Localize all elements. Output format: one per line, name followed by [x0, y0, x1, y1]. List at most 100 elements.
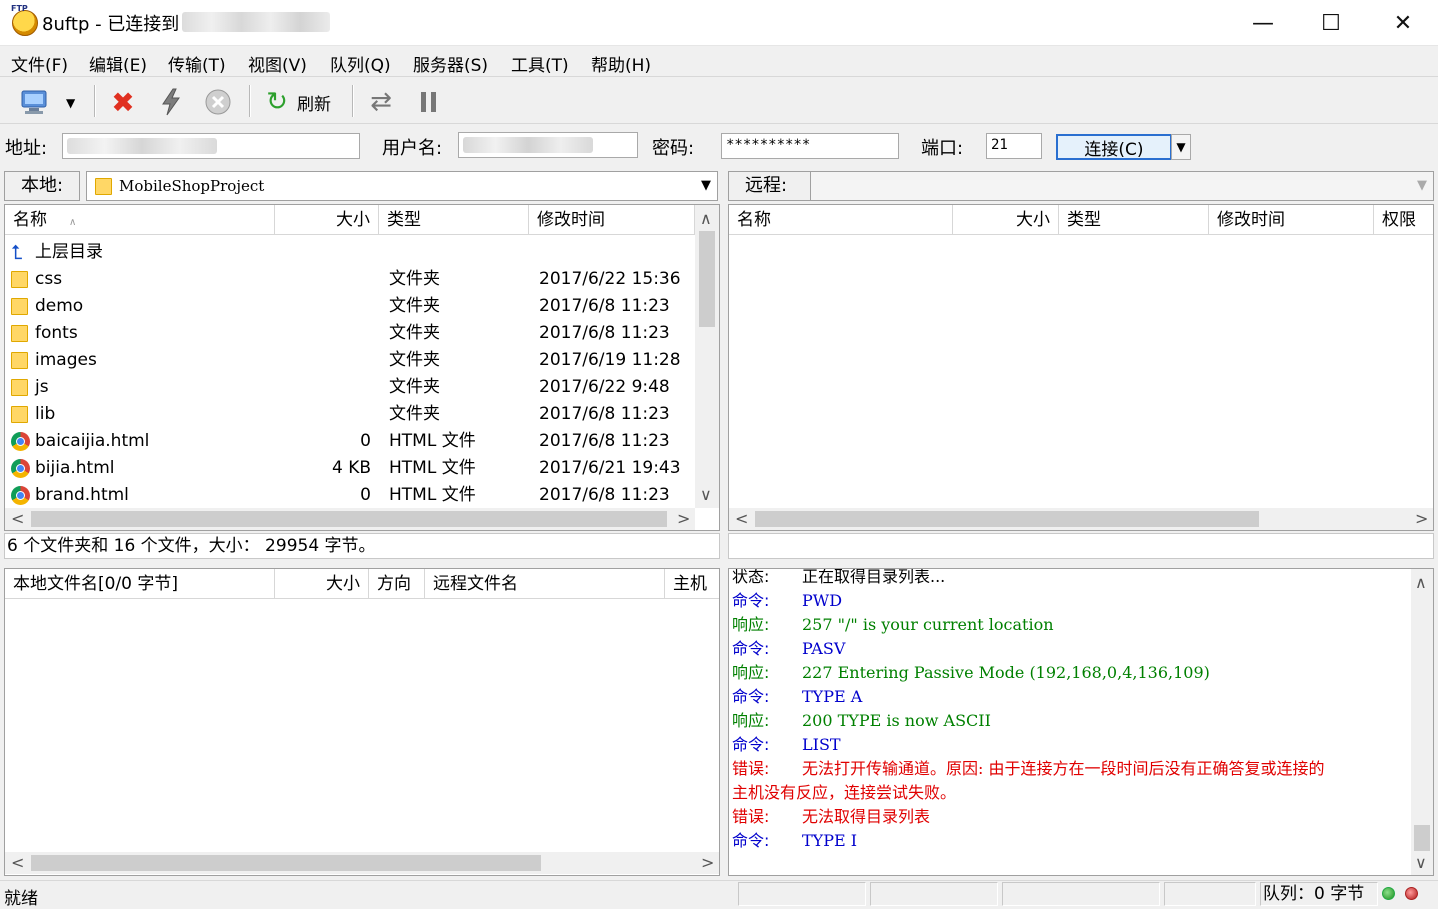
remote-path-combo[interactable]: ▼ — [810, 171, 1434, 201]
log-message: PASV — [802, 639, 846, 658]
password-label: 密码: — [652, 138, 695, 159]
port-label: 端口: — [921, 138, 964, 159]
file-row[interactable]: css 文件夹 2017/6/22 15:36 — [5, 266, 695, 293]
menu-view[interactable]: 视图(V) — [248, 51, 307, 76]
username-input[interactable] — [458, 132, 638, 158]
stop-icon[interactable] — [203, 87, 233, 117]
file-row[interactable]: images 文件夹 2017/6/19 11:28 — [5, 347, 695, 374]
parent-directory-row[interactable]: ⮤ 上层目录 — [5, 239, 695, 266]
log-line: 命令: LIST — [732, 733, 841, 757]
connect-button[interactable]: 连接(C) — [1056, 134, 1172, 160]
file-row[interactable]: bijia.html 4 KB HTML 文件 2017/6/21 19:43 — [5, 455, 695, 482]
menu-transfer[interactable]: 传输(T) — [168, 51, 226, 76]
redacted-host — [182, 12, 330, 32]
remote-horizontal-scrollbar[interactable]: < > — [729, 508, 1433, 530]
column-local-file[interactable]: 本地文件名[0/0 字节] — [5, 569, 275, 599]
connect-dropdown-icon[interactable]: ▼ — [1171, 134, 1191, 160]
lightning-icon[interactable] — [156, 87, 186, 117]
file-type: 文件夹 — [389, 323, 440, 343]
refresh-icon[interactable]: ↻ — [262, 87, 292, 117]
column-direction[interactable]: 方向 — [369, 569, 425, 599]
chevron-down-icon[interactable]: ▼ — [1417, 178, 1427, 193]
menu-help[interactable]: 帮助(H) — [591, 51, 651, 76]
menu-bar: 文件(F) 编辑(E) 传输(T) 视图(V) 队列(Q) 服务器(S) 工具(… — [0, 47, 1438, 77]
transfer-queue-icon[interactable]: ⇄ — [366, 87, 396, 117]
log-kind: 响应: — [732, 663, 770, 682]
local-horizontal-scrollbar[interactable]: < > — [5, 508, 695, 530]
scroll-left-icon[interactable]: < — [735, 509, 748, 529]
menu-edit[interactable]: 编辑(E) — [89, 51, 147, 76]
app-logo-icon — [11, 4, 38, 36]
scroll-up-icon[interactable]: ∧ — [1415, 573, 1427, 593]
scroll-right-icon[interactable]: > — [1415, 509, 1428, 529]
column-size[interactable]: 大小 — [275, 205, 379, 235]
file-row[interactable]: fonts 文件夹 2017/6/8 11:23 — [5, 320, 695, 347]
menu-tools[interactable]: 工具(T) — [511, 51, 569, 76]
status-ready: 就绪 — [4, 889, 38, 909]
log-message: 无法取得目录列表 — [802, 807, 931, 826]
chevron-down-icon[interactable]: ▼ — [701, 178, 711, 193]
log-panel: 状态: 正在取得目录列表... 命令: PWD 响应: 257 "/" is your c… — [728, 568, 1434, 876]
local-vertical-scrollbar[interactable]: ∧ ∨ — [695, 205, 719, 508]
scroll-thumb[interactable] — [31, 855, 541, 871]
menu-file[interactable]: 文件(F) — [11, 51, 68, 76]
remote-file-list: 名称 大小 类型 修改时间 权限 < > — [728, 204, 1434, 531]
file-size: 0 — [360, 431, 371, 451]
toolbar-separator — [249, 85, 251, 117]
scroll-left-icon[interactable]: < — [11, 853, 24, 873]
local-path-combo[interactable]: MobileShopProject ▼ — [86, 171, 718, 201]
chrome-icon — [11, 486, 30, 505]
scroll-thumb[interactable] — [31, 511, 667, 527]
log-message: 主机没有反应，连接尝试失败。 — [732, 783, 957, 802]
scroll-down-icon[interactable]: ∨ — [700, 485, 712, 505]
column-type[interactable]: 类型 — [1059, 205, 1209, 235]
scroll-left-icon[interactable]: < — [11, 509, 24, 529]
file-row[interactable]: js 文件夹 2017/6/22 9:48 — [5, 374, 695, 401]
column-size[interactable]: 大小 — [275, 569, 369, 599]
chrome-icon — [11, 432, 30, 451]
file-row[interactable]: demo 文件夹 2017/6/8 11:23 — [5, 293, 695, 320]
scroll-thumb[interactable] — [755, 511, 1259, 527]
scroll-down-icon[interactable]: ∨ — [1415, 853, 1427, 873]
disconnect-icon[interactable]: ✖ — [108, 86, 138, 119]
address-input[interactable] — [62, 133, 360, 159]
column-size[interactable]: 大小 — [953, 205, 1059, 235]
pause-icon[interactable] — [414, 87, 444, 117]
maximize-button[interactable]: ☐ — [1296, 0, 1366, 46]
file-type: 文件夹 — [389, 269, 440, 289]
toolbar: ▼ ✖ ↻ 刷新 ⇄ — [0, 78, 1438, 124]
column-name[interactable]: 名称 ∧ — [5, 205, 275, 235]
column-remote-file[interactable]: 远程文件名 — [425, 569, 665, 599]
scroll-right-icon[interactable]: > — [677, 509, 690, 529]
scroll-thumb[interactable] — [699, 231, 715, 327]
site-manager-icon[interactable] — [20, 87, 50, 117]
port-input[interactable]: 21 — [986, 133, 1042, 159]
up-directory-icon: ⮤ — [11, 240, 23, 264]
column-type[interactable]: 类型 — [379, 205, 529, 235]
file-modified: 2017/6/8 11:23 — [539, 323, 670, 343]
file-row[interactable]: baicaijia.html 0 HTML 文件 2017/6/8 11:23 — [5, 428, 695, 455]
file-size: 4 KB — [331, 458, 371, 478]
file-row[interactable]: lib 文件夹 2017/6/8 11:23 — [5, 401, 695, 428]
refresh-button-label[interactable]: 刷新 — [297, 90, 331, 115]
folder-icon — [11, 379, 28, 396]
column-modified[interactable]: 修改时间 — [1209, 205, 1374, 235]
minimize-button[interactable]: — — [1228, 0, 1298, 46]
local-file-list: 名称 ∧ 大小 类型 修改时间 ⮤ 上层目录 css 文件夹 2017/6/22 15… — [4, 204, 720, 531]
menu-queue[interactable]: 队列(Q) — [330, 51, 391, 76]
log-message: 正在取得目录列表... — [802, 568, 946, 586]
menu-server[interactable]: 服务器(S) — [413, 51, 488, 76]
scroll-right-icon[interactable]: > — [701, 853, 714, 873]
scroll-up-icon[interactable]: ∧ — [700, 209, 712, 229]
close-button[interactable]: ✕ — [1368, 0, 1438, 46]
column-name[interactable]: 名称 — [729, 205, 953, 235]
column-modified[interactable]: 修改时间 — [529, 205, 695, 235]
password-input[interactable]: ********** — [721, 133, 899, 159]
file-row[interactable]: brand.html 0 HTML 文件 2017/6/8 11:23 — [5, 482, 695, 509]
scroll-thumb[interactable] — [1414, 825, 1430, 851]
log-vertical-scrollbar[interactable]: ∧ ∨ — [1411, 569, 1433, 875]
column-host[interactable]: 主机 — [665, 569, 719, 599]
queue-horizontal-scrollbar[interactable]: < > — [5, 852, 719, 874]
column-permissions[interactable]: 权限 — [1374, 205, 1433, 235]
chevron-down-icon[interactable]: ▼ — [66, 96, 75, 110]
